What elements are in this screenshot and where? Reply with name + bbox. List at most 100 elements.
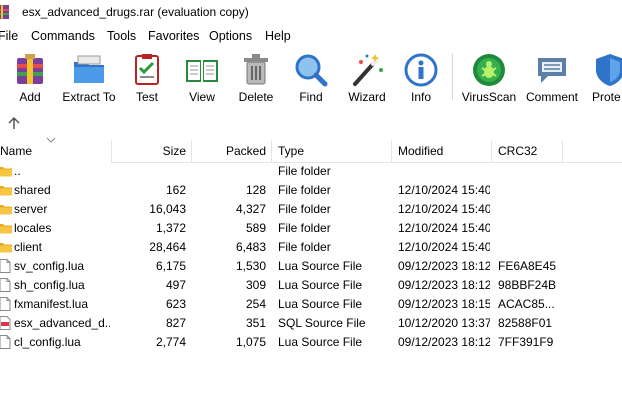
column-divider[interactable] — [491, 140, 492, 162]
column-header-type[interactable]: Type — [278, 140, 388, 162]
column-header-name[interactable]: Name — [0, 140, 110, 162]
column-header-size[interactable]: Size — [112, 140, 186, 162]
menu-options[interactable]: Options — [209, 29, 252, 43]
file-name: sh_config.lua — [14, 278, 85, 292]
file-size: 6,175 — [155, 259, 186, 273]
up-arrow-icon[interactable] — [6, 115, 22, 131]
protect-button[interactable]: Prote — [590, 48, 622, 108]
folder-icon — [0, 202, 12, 216]
file-packed: 1,530 — [235, 259, 266, 273]
file-name: client — [14, 240, 43, 254]
comment-icon — [538, 58, 566, 83]
delete-label: Delete — [238, 90, 274, 104]
file-row[interactable]: sh_config.lua 497 309 Lua Source File 09/12/… — [0, 276, 622, 295]
view-button[interactable]: View — [180, 48, 224, 108]
file-type: File folder — [278, 221, 331, 235]
info-button[interactable]: Info — [400, 48, 442, 108]
extract-to-icon — [74, 55, 104, 83]
file-type: SQL Source File — [278, 316, 366, 330]
file-crc32 — [498, 181, 560, 200]
virusscan-icon — [473, 54, 505, 86]
view-icon — [186, 60, 218, 82]
file-row[interactable]: .. File folder — [0, 162, 622, 181]
file-packed: 128 — [245, 183, 266, 197]
file-type: File folder — [278, 183, 331, 197]
test-button[interactable]: Test — [126, 48, 168, 108]
file-modified: 09/12/2023 18:12 — [398, 278, 490, 292]
file-modified: 09/12/2023 18:15 — [398, 297, 490, 311]
column-header-modified[interactable]: Modified — [398, 140, 488, 162]
delete-button[interactable]: Delete — [234, 48, 278, 108]
add-button[interactable]: Add — [8, 48, 52, 108]
file-crc32: 98BBF24B — [498, 278, 557, 292]
file-packed: 254 — [245, 297, 266, 311]
menu-favorites[interactable]: Favorites — [148, 29, 199, 43]
file-row[interactable]: client 28,464 6,483 File folder 12/10/2024 1… — [0, 238, 622, 257]
file-size: 497 — [165, 278, 186, 292]
window-title: esx_advanced_drugs.rar (evaluation copy) — [22, 5, 249, 19]
info-icon — [404, 53, 438, 87]
file-row[interactable]: server 16,043 4,327 File folder 12/10/2024 1… — [0, 200, 622, 219]
file-modified: 12/10/2024 15:40 — [398, 240, 490, 254]
file-type: File folder — [278, 202, 331, 216]
file-size: 2,774 — [155, 335, 186, 349]
file-modified: 12/10/2024 15:40 — [398, 221, 490, 235]
file-row[interactable]: esx_advanced_d... 827 351 SQL Source File 10… — [0, 314, 622, 333]
column-divider[interactable] — [391, 140, 392, 162]
virusscan-label: VirusScan — [461, 90, 517, 104]
file-list: Name Size Packed Type Modified CRC32 .. F… — [0, 136, 622, 403]
column-header-packed[interactable]: Packed — [192, 140, 266, 162]
wizard-button[interactable]: Wizard — [344, 48, 390, 108]
add-label: Add — [19, 90, 41, 104]
menu-commands[interactable]: Commands — [31, 29, 95, 43]
info-label: Info — [410, 90, 431, 104]
wizard-icon — [353, 54, 383, 86]
comment-button[interactable]: Comment — [522, 48, 582, 108]
menu-help[interactable]: Help — [265, 29, 291, 43]
file-name: locales — [14, 221, 52, 235]
folder-icon — [0, 240, 12, 254]
file-packed — [192, 162, 266, 181]
file-size — [112, 162, 186, 181]
menu-tools[interactable]: Tools — [107, 29, 136, 43]
file-packed: 6,483 — [235, 240, 266, 254]
add-icon — [17, 54, 43, 84]
folder-icon — [0, 164, 12, 178]
file-name: fxmanifest.lua — [14, 297, 89, 311]
file-type: File folder — [278, 164, 331, 178]
file-modified: 12/10/2024 15:40 — [398, 183, 490, 197]
file-type: Lua Source File — [278, 278, 363, 292]
menu-file[interactable]: File — [0, 29, 18, 43]
column-header-crc32[interactable]: CRC32 — [498, 140, 558, 162]
wizard-label: Wizard — [348, 90, 386, 104]
comment-label: Comment — [525, 90, 578, 104]
protect-label: Prote — [592, 90, 621, 104]
file-modified: 09/12/2023 18:12 — [398, 259, 490, 273]
column-divider[interactable] — [271, 140, 272, 162]
find-button[interactable]: Find — [289, 48, 333, 108]
file-row[interactable]: fxmanifest.lua 623 254 Lua Source File 09/12… — [0, 295, 622, 314]
file-name: server — [14, 202, 48, 216]
list-header: Name Size Packed Type Modified CRC32 — [0, 140, 622, 163]
file-row[interactable]: sv_config.lua 6,175 1,530 Lua Source File 09… — [0, 257, 622, 276]
file-crc32: 7FF391F9 — [498, 335, 554, 349]
file-name: sv_config.lua — [14, 259, 85, 273]
find-icon — [295, 54, 328, 87]
extract-to-button[interactable]: Extract To — [58, 48, 120, 108]
file-type: File folder — [278, 240, 331, 254]
file-type: Lua Source File — [278, 259, 363, 273]
file-row[interactable]: cl_config.lua 2,774 1,075 Lua Source File 09… — [0, 333, 622, 352]
file-modified — [398, 162, 490, 181]
column-divider[interactable] — [562, 140, 563, 162]
file-row[interactable]: locales 1,372 589 File folder 12/10/2024 15:… — [0, 219, 622, 238]
file-icon — [0, 335, 12, 349]
file-size: 162 — [165, 183, 186, 197]
file-name: shared — [14, 183, 51, 197]
extract-to-label: Extract To — [62, 90, 116, 104]
file-crc32: ACAC85... — [498, 297, 555, 311]
virusscan-button[interactable]: VirusScan — [460, 48, 518, 108]
file-size: 16,043 — [149, 202, 186, 216]
file-modified: 09/12/2023 18:12 — [398, 335, 490, 349]
file-row[interactable]: shared 162 128 File folder 12/10/2024 15:40 — [0, 181, 622, 200]
file-size: 827 — [165, 316, 186, 330]
